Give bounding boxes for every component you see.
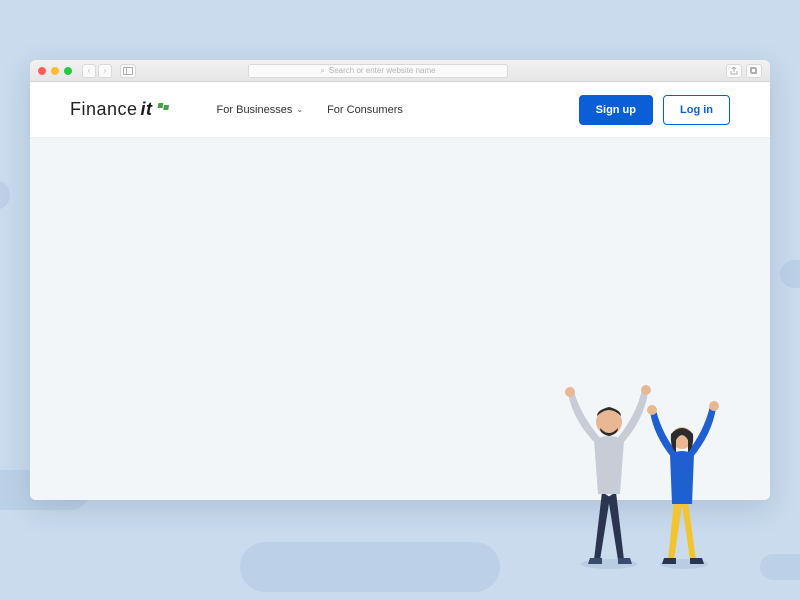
address-bar-placeholder: Search or enter website name — [329, 66, 436, 75]
logo-text-part2: it — [141, 99, 153, 120]
window-controls — [38, 67, 72, 75]
nav-label: For Businesses — [217, 104, 293, 116]
header-actions: Sign up Log in — [579, 95, 730, 125]
site-header: Financeit For Businesses ⌄ For Consumers… — [30, 82, 770, 138]
back-button[interactable]: ‹ — [82, 64, 96, 78]
search-icon: ⌕ — [320, 66, 324, 76]
sidebar-toggle-button[interactable] — [120, 64, 136, 78]
logo-mark-icon — [158, 103, 169, 108]
nav-for-consumers[interactable]: For Consumers — [327, 104, 403, 116]
cloud-decoration — [240, 542, 500, 592]
close-window-button[interactable] — [38, 67, 46, 75]
cloud-decoration — [760, 554, 800, 580]
maximize-window-button[interactable] — [64, 67, 72, 75]
cloud-decoration — [0, 180, 10, 210]
button-label: Log in — [680, 104, 713, 116]
signup-button[interactable]: Sign up — [579, 95, 653, 125]
button-label: Sign up — [596, 104, 636, 116]
people-illustration — [524, 352, 744, 572]
nav-for-businesses[interactable]: For Businesses ⌄ — [217, 104, 304, 116]
forward-button[interactable]: › — [98, 64, 112, 78]
nav-arrows: ‹ › — [82, 64, 112, 78]
chevron-down-icon: ⌄ — [296, 105, 303, 114]
browser-chrome: ‹ › ⌕ Search or enter website name — [30, 60, 770, 82]
login-button[interactable]: Log in — [663, 95, 730, 125]
share-button[interactable] — [726, 64, 742, 78]
nav-label: For Consumers — [327, 104, 403, 116]
logo[interactable]: Financeit — [70, 99, 169, 120]
tabs-button[interactable] — [746, 64, 762, 78]
minimize-window-button[interactable] — [51, 67, 59, 75]
browser-right-controls — [726, 64, 762, 78]
address-bar[interactable]: ⌕ Search or enter website name — [248, 64, 508, 78]
logo-text-part1: Finance — [70, 99, 138, 120]
main-nav: For Businesses ⌄ For Consumers — [217, 104, 403, 116]
cloud-decoration — [780, 260, 800, 288]
